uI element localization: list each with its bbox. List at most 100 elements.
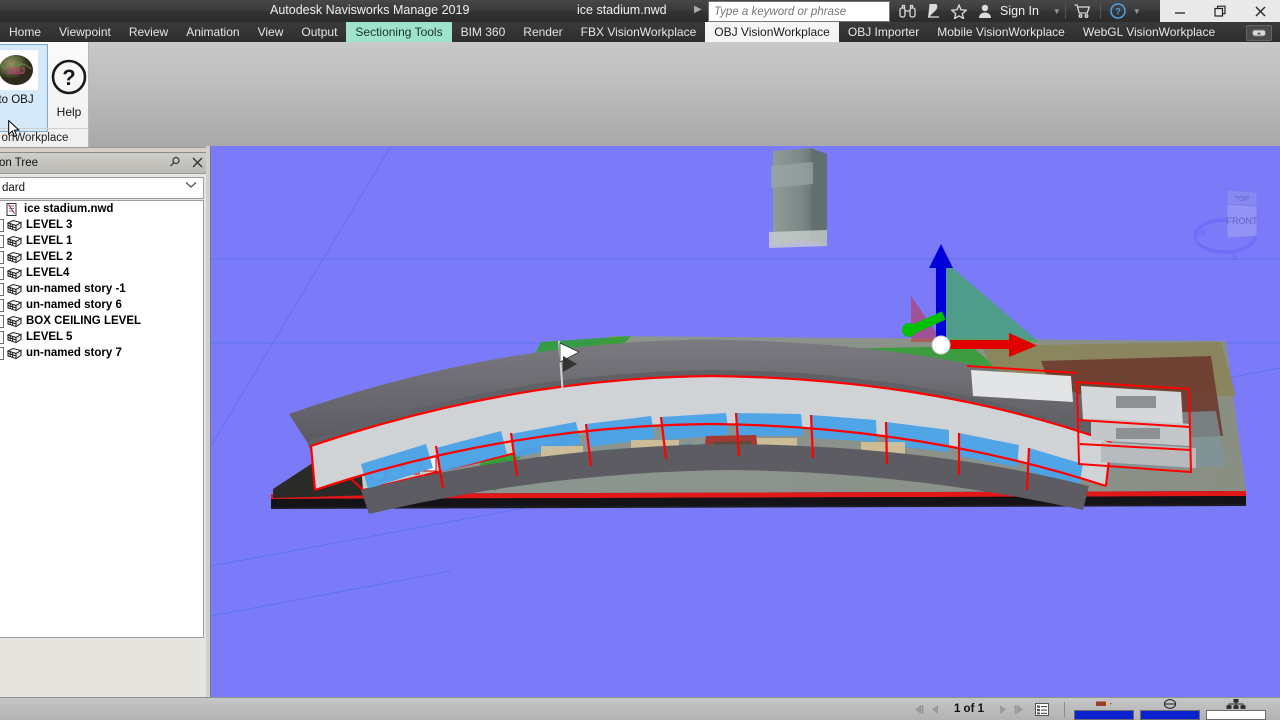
3d-viewport[interactable]: W S TOP FRONT [210,146,1280,699]
tree-item-label: ice stadium.nwd [24,203,114,215]
tree-item[interactable]: + LEVEL 2 [0,249,203,265]
tree-item[interactable]: + un-named story 7 [0,345,203,361]
view-cube[interactable]: W S TOP FRONT [1191,178,1267,270]
first-page-icon[interactable] [912,702,926,716]
search-input[interactable] [709,2,889,21]
close-icon[interactable] [190,155,204,169]
expand-icon[interactable]: + [0,330,4,344]
ribbon-tab-output[interactable]: Output [292,22,346,42]
tree-item[interactable]: ice stadium.nwd [0,201,203,217]
tree-item-label: LEVEL 1 [26,235,73,247]
to-obj-label: to OBJ [0,94,34,106]
binoculars-icon[interactable] [894,0,920,22]
page-indicator: 1 of 1 [953,703,984,715]
minimize-button[interactable] [1160,0,1200,22]
tree-item-label: un-named story 6 [26,299,122,311]
selection-tree-panel: on Tree dard ice stadium.nwd + LEVEL 3 + LEV… [0,152,209,698]
help-caret-icon[interactable]: ▼ [1133,7,1141,16]
restore-button[interactable] [1200,0,1240,22]
ribbon-collapse-icon[interactable] [1246,25,1272,41]
expand-icon[interactable]: + [0,298,4,312]
next-page-icon[interactable] [995,702,1009,716]
tree-item-label: BOX CEILING LEVEL [26,315,142,327]
star-icon[interactable] [946,0,972,22]
viewcube-front-label: FRONT [1227,216,1258,226]
selection-tree-mode-dropdown[interactable]: dard [0,177,204,199]
help-label: Help [56,105,82,119]
satellite-dish-icon[interactable] [920,0,946,22]
svg-text:OBJ: OBJ [7,66,26,76]
expand-icon[interactable]: + [0,234,4,248]
ribbon-tab-view[interactable]: View [249,22,293,42]
tree-item-label: LEVEL 3 [26,219,73,231]
quick-access-overflow-icon[interactable]: ▶ [694,4,702,15]
page-navigation: 1 of 1 [912,702,1049,716]
expand-icon[interactable]: + [0,266,4,280]
ribbon-tab-fbx-visionworkplace[interactable]: FBX VisionWorkplace [572,22,706,42]
pencil-icon [1074,699,1134,709]
network-icon [1206,698,1266,709]
level-icon [7,347,22,359]
expand-icon[interactable]: + [0,314,4,328]
ribbon-tab-home[interactable]: Home [0,22,50,42]
chevron-down-icon[interactable] [185,181,197,192]
help-button[interactable]: ? Help [48,50,90,124]
tree-item-label: LEVEL 2 [26,251,73,263]
viewcube-cube: TOP FRONT [1227,189,1258,239]
window-controls [1160,0,1280,22]
svg-text:?: ? [62,65,75,90]
tree-item[interactable]: + LEVEL 5 [0,329,203,345]
sign-in-caret-icon[interactable]: ▼ [1053,7,1061,16]
sign-in-label[interactable]: Sign In [1000,4,1039,18]
ribbon-tab-webgl-visionworkplace[interactable]: WebGL VisionWorkplace [1074,22,1224,42]
selection-tree-list[interactable]: ice stadium.nwd+LEVEL 3+LEVEL 1+LEVEL 2+… [0,200,204,638]
progress-network [1206,698,1266,720]
ribbon-tab-bim-360[interactable]: BIM 360 [452,22,515,42]
divider [1064,701,1065,717]
tree-item-label: LEVEL4 [26,267,70,279]
ribbon-tab-sectioning-tools[interactable]: Sectioning Tools [346,22,452,42]
tree-item[interactable]: + un-named story -1 [0,281,203,297]
ribbon-tab-render[interactable]: Render [514,22,571,42]
previous-page-icon[interactable] [929,702,943,716]
ribbon-tab-obj-visionworkplace[interactable]: OBJ VisionWorkplace [705,22,839,42]
tree-item[interactable]: + LEVEL 1 [0,233,203,249]
title-bar-icons: Sign In ▼ ? ▼ [894,0,1141,22]
question-mark-icon: ? [50,58,88,101]
ribbon-tab-animation[interactable]: Animation [177,22,248,42]
user-icon[interactable] [972,0,998,22]
ribbon-tab-strip: Home Viewpoint Review Animation View Output Se… [0,22,1280,42]
help-icon[interactable]: ? [1105,0,1131,22]
panel-buttons [168,155,204,169]
svg-text:?: ? [1115,7,1121,18]
ribbon-tab-obj-importer[interactable]: OBJ Importer [839,22,928,42]
expand-icon[interactable]: + [0,282,4,296]
level-icon [7,299,22,311]
last-page-icon[interactable] [1012,702,1026,716]
tree-item[interactable]: + BOX CEILING LEVEL [0,313,203,329]
ribbon-empty-area [88,42,1280,147]
close-button[interactable] [1240,0,1280,22]
to-obj-button[interactable]: OBJ to OBJ [0,44,48,132]
divider [1099,3,1101,19]
tower [769,148,827,248]
tree-item[interactable]: + un-named story 6 [0,297,203,313]
expand-icon[interactable]: + [0,218,4,232]
ribbon-tab-viewpoint[interactable]: Viewpoint [50,22,120,42]
pin-icon[interactable] [168,155,182,169]
expand-icon[interactable]: + [0,346,4,360]
selection-tree-title: on Tree [0,157,38,169]
list-view-icon[interactable] [1035,702,1049,716]
tree-item[interactable]: + LEVEL 3 [0,217,203,233]
cart-icon[interactable] [1070,0,1096,22]
expand-icon[interactable]: + [0,250,4,264]
tree-item[interactable]: + LEVEL4 [0,265,203,281]
ribbon-tab-mobile-visionworkplace[interactable]: Mobile VisionWorkplace [928,22,1074,42]
level-icon [7,235,22,247]
ribbon-tab-review[interactable]: Review [120,22,177,42]
progress-pencil [1074,699,1134,720]
level-icon [7,283,22,295]
search-box[interactable] [708,1,890,22]
level-icon [7,331,22,343]
